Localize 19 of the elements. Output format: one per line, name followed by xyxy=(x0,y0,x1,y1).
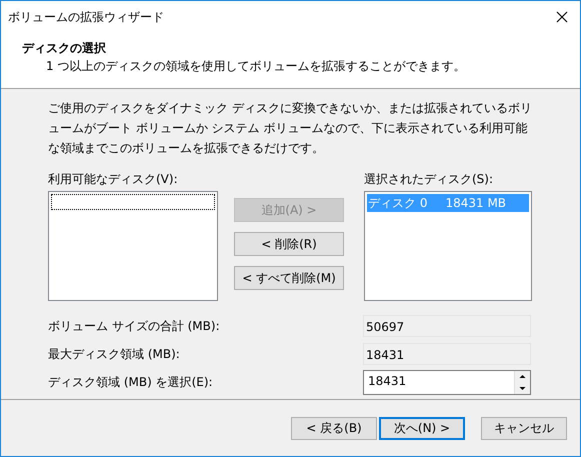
wizard-button[interactable]: キャンセル xyxy=(481,416,567,440)
close-icon[interactable] xyxy=(556,11,568,23)
field-label: ボリューム サイズの合計 (MB): xyxy=(48,318,221,334)
available-disks-list[interactable] xyxy=(48,191,218,301)
readonly-field: 50697 xyxy=(363,315,531,337)
page-subtitle: 1 つ以上のディスクの領域を使用してボリュームを拡張することができます。 xyxy=(45,58,466,75)
available-disks-label: 利用可能なディスク(V): xyxy=(48,171,179,187)
spinner-field[interactable]: 18431 xyxy=(363,370,531,394)
selected-disks-label: 選択されたディスク(S): xyxy=(364,171,494,187)
wizard-button[interactable]: < 戻る(B) xyxy=(291,416,377,440)
window-title: ボリュームの拡張ウィザード xyxy=(8,8,164,26)
wizard-button[interactable]: 次へ(N) > xyxy=(379,416,465,440)
field-label: ディスク領域 (MB) を選択(E): xyxy=(48,374,214,390)
description-text: ご使用のディスクをダイナミック ディスクに変換できないか、または拡張されているボリュームがブート ボリュームか システム ボリュームなので、下に表示されている利用可能な領域までこのボリュームを拡張できるだけです。 xyxy=(48,100,533,157)
move-button[interactable]: < すべて削除(M) xyxy=(234,266,344,290)
field-label: 最大ディスク領域 (MB): xyxy=(48,346,181,362)
move-button[interactable]: < 削除(R) xyxy=(234,232,344,256)
page-heading: ディスクの選択 xyxy=(22,40,107,57)
readonly-field: 18431 xyxy=(363,343,531,365)
